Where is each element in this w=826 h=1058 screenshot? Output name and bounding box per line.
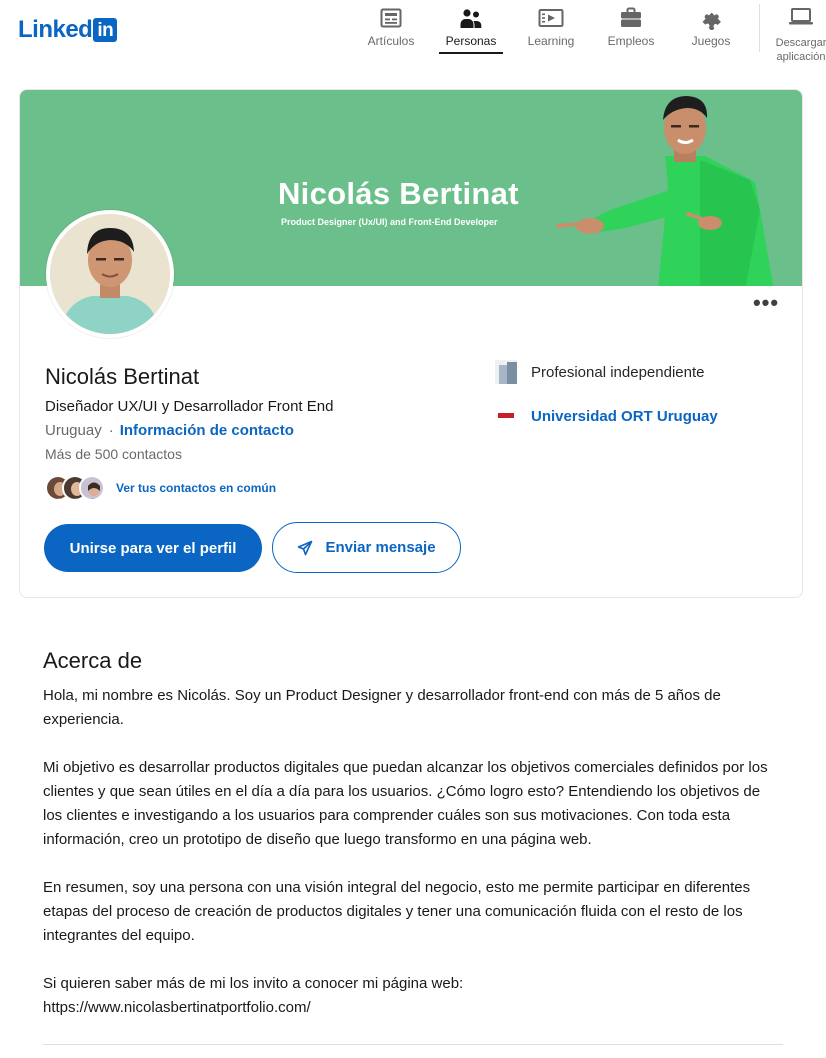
avatar-photo: [50, 214, 170, 334]
ort-logo-icon: [495, 404, 517, 428]
about-paragraph: Hola, mi nombre es Nicolás. Soy un Produ…: [43, 687, 721, 728]
profile-location-row: Uruguay · Información de contacto: [45, 422, 294, 439]
mutual-connections-link[interactable]: Ver tus contactos en común: [116, 481, 276, 495]
send-message-button[interactable]: Enviar mensaje: [272, 522, 461, 573]
nav-item-games[interactable]: Juegos: [673, 6, 749, 48]
about-text: Hola, mi nombre es Nicolás. Soy un Produ…: [43, 684, 783, 1020]
more-options-button[interactable]: •••: [750, 292, 782, 322]
banner-person-illustration: [556, 96, 774, 286]
top-nav: Linked in Artículos Personas Learning Em…: [0, 0, 826, 63]
nav-label: Empleos: [607, 34, 655, 48]
learning-icon: [538, 9, 564, 27]
about-paragraph: Mi objetivo es desarrollar productos dig…: [43, 759, 768, 848]
nav-divider: [759, 4, 760, 52]
send-icon: [298, 540, 313, 555]
website-text: https://www.nicolasbertinatportfolio.com…: [43, 999, 311, 1016]
contact-info-link[interactable]: Información de contacto: [120, 422, 294, 439]
mutual-avatar: [79, 475, 105, 501]
current-company-name: Profesional independiente: [531, 363, 705, 381]
laptop-icon: [789, 8, 813, 25]
banner-name: Nicolás Bertinat: [278, 176, 519, 211]
education-row[interactable]: Universidad ORT Uruguay: [495, 404, 718, 428]
about-paragraph: En resumen, soy una persona con una visi…: [43, 879, 751, 944]
about-title: Acerca de: [43, 648, 143, 673]
about-paragraph: Si quieren saber más de mi los invito a …: [43, 975, 464, 1016]
send-message-label: Enviar mensaje: [325, 539, 436, 556]
nav-item-download-app[interactable]: Descargar aplicación: [766, 6, 826, 64]
articles-icon: [380, 8, 402, 28]
separator-dot: ·: [108, 422, 114, 439]
nav-label: Learning: [527, 34, 575, 48]
nav-item-people[interactable]: Personas: [433, 6, 509, 48]
company-icon: [495, 360, 517, 384]
logo-in-badge: in: [93, 18, 118, 42]
games-icon: [702, 12, 721, 30]
profile-card: Nicolás Bertinat Product Designer (Ux/UI…: [19, 89, 803, 598]
join-to-view-profile-button[interactable]: Unirse para ver el perfil: [44, 524, 262, 572]
nav-item-jobs[interactable]: Empleos: [593, 6, 669, 48]
education-link: Universidad ORT Uruguay: [531, 407, 718, 425]
mutual-connections[interactable]: Ver tus contactos en común: [45, 475, 276, 501]
more-horizontal-icon: •••: [752, 290, 780, 315]
linkedin-logo[interactable]: Linked in: [18, 16, 118, 44]
section-divider: [43, 1044, 783, 1045]
current-company-row[interactable]: Profesional independiente: [495, 360, 704, 384]
profile-headline: Diseñador UX/UI y Desarrollador Front En…: [45, 398, 334, 415]
nav-label: Artículos: [367, 34, 415, 48]
nav-item-articles[interactable]: Artículos: [353, 6, 429, 48]
connections-count: Más de 500 contactos: [45, 446, 182, 462]
jobs-icon: [621, 7, 641, 27]
nav-label: Juegos: [691, 34, 731, 48]
avatar[interactable]: [46, 210, 174, 338]
logo-word: Linked: [18, 16, 93, 43]
active-tab-indicator: [439, 52, 503, 54]
nav-label: Personas: [445, 34, 497, 48]
nav-item-learning[interactable]: Learning: [513, 6, 589, 48]
people-icon: [460, 9, 482, 28]
profile-location: Uruguay: [45, 422, 102, 439]
profile-name: Nicolás Bertinat: [45, 364, 200, 389]
banner-subtitle: Product Designer (Ux/UI) and Front-End D…: [281, 217, 498, 227]
nav-label: Descargar aplicación: [775, 37, 826, 63]
